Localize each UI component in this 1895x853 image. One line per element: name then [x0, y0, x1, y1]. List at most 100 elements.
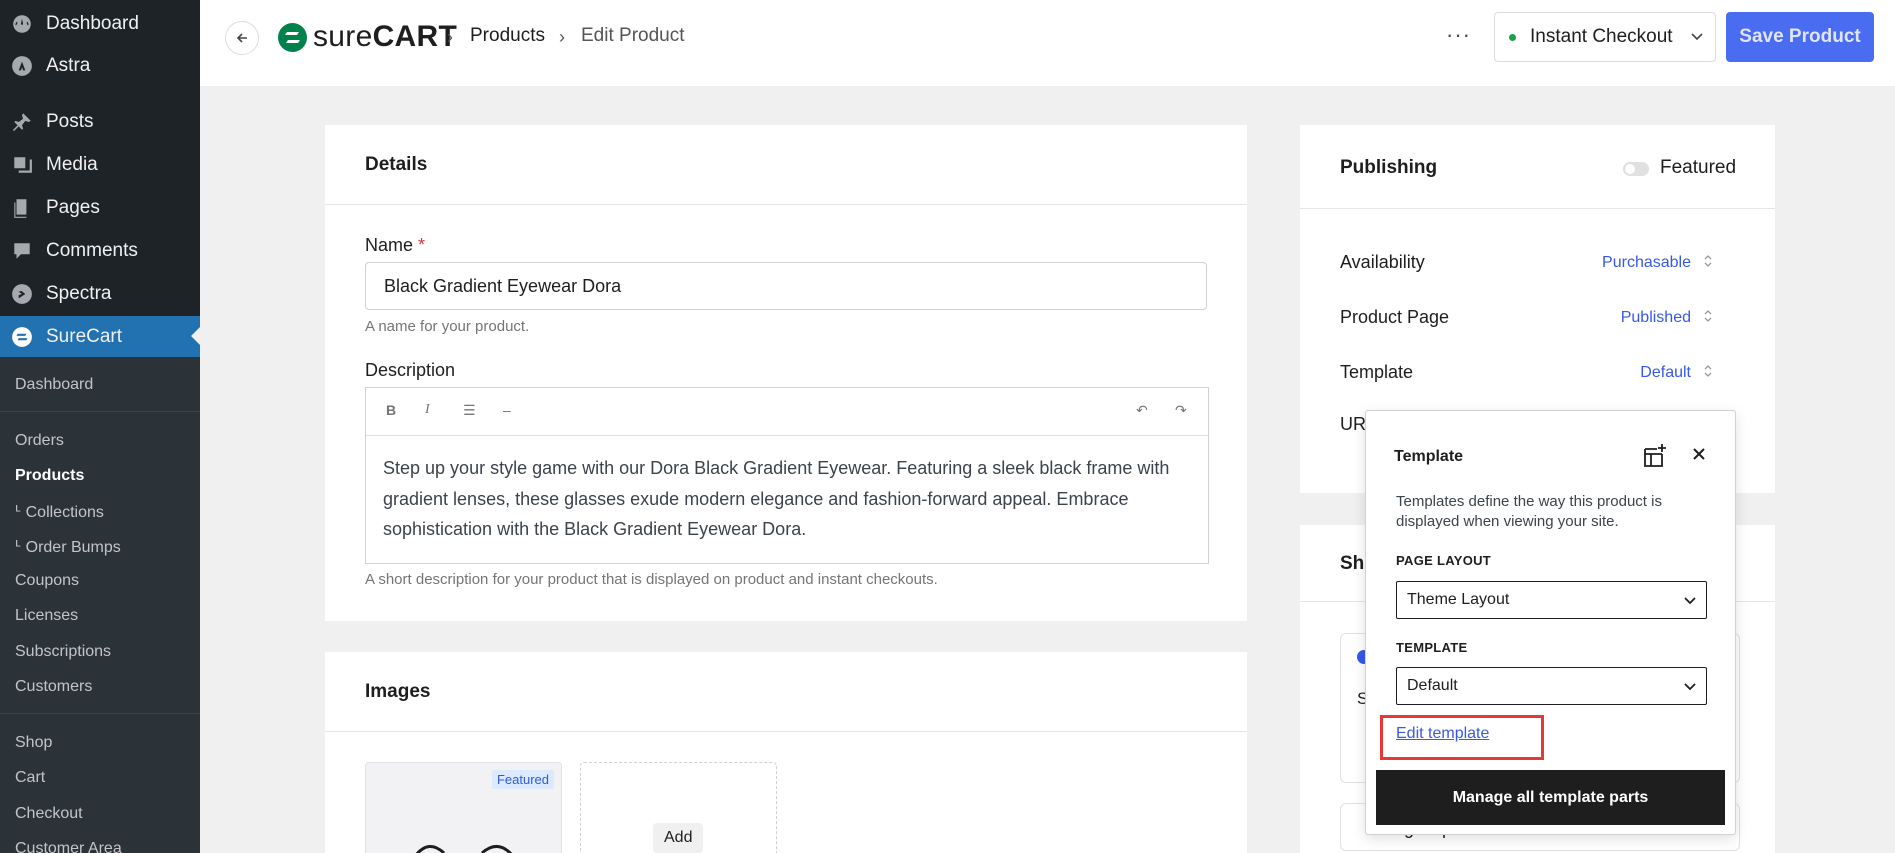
product-name-input[interactable]: Black Gradient Eyewear Dora [365, 262, 1207, 310]
updown-icon [1704, 255, 1712, 267]
submenu-products[interactable]: Products [15, 467, 84, 485]
add-image-button[interactable]: Add [653, 823, 704, 853]
details-card: Details Name * Black Gradient Eyewear Do… [325, 125, 1247, 621]
description-text[interactable]: Step up your style game with our Dora Bl… [383, 453, 1193, 545]
featured-label: Featured [1660, 157, 1737, 178]
template-label: Template [1340, 362, 1414, 382]
submenu-order-bumps[interactable]: ᒻ Order Bumps [15, 537, 121, 557]
product-page-value[interactable]: Published [1621, 309, 1691, 327]
add-template-button[interactable] [1642, 443, 1668, 474]
details-card-header [325, 125, 1247, 205]
submenu-shop[interactable]: Shop [15, 734, 52, 752]
chevron-down-icon [1684, 597, 1696, 605]
chevron-down-icon [1691, 33, 1703, 41]
edit-template-link[interactable]: Edit template [1396, 725, 1489, 743]
menu-item-label: Dashboard [46, 13, 139, 34]
manage-template-parts-button[interactable]: Manage all template parts [1376, 770, 1725, 825]
surecart-logo: sureCART [278, 20, 457, 54]
add-template-icon [1644, 444, 1666, 467]
page-layout-select[interactable]: Theme Layout [1396, 581, 1707, 619]
page-layout-caption: PAGE LAYOUT [1396, 553, 1492, 568]
submenu-divider [0, 411, 200, 412]
submenu-dashboard[interactable]: Dashboard [15, 376, 93, 394]
undo-button[interactable]: ↶ [1136, 402, 1148, 419]
page-layout-value: Theme Layout [1407, 591, 1510, 608]
instant-checkout-label: Instant Checkout [1530, 26, 1673, 47]
logo-wordmark: sureCART [313, 20, 458, 53]
submenu-subscriptions[interactable]: Subscriptions [15, 643, 111, 661]
menu-item-astra[interactable]: Astra [0, 46, 200, 86]
submenu-cart[interactable]: Cart [15, 769, 45, 787]
admin-sidebar: Dashboard Astra Posts Media Pages Commen… [0, 0, 200, 853]
template-caption: TEMPLATE [1396, 640, 1468, 655]
menu-item-pages[interactable]: Pages [0, 188, 200, 228]
menu-item-media[interactable]: Media [0, 145, 200, 185]
availability-label: Availability [1340, 252, 1425, 272]
submenu-checkout[interactable]: Checkout [15, 805, 83, 823]
italic-button[interactable]: I [425, 402, 430, 418]
required-mark: * [418, 235, 426, 255]
menu-item-dashboard[interactable]: Dashboard [0, 4, 200, 44]
spectra-icon [10, 282, 34, 306]
list-button[interactable]: ☰ [463, 402, 476, 419]
editor-toolbar: B I ☰ – ↶ ↷ [366, 388, 1208, 436]
submenu-customers[interactable]: Customers [15, 678, 92, 696]
template-value[interactable]: Default [1640, 364, 1691, 382]
surecart-icon [10, 325, 34, 349]
status-dot [1509, 33, 1516, 41]
availability-value[interactable]: Purchasable [1602, 254, 1691, 272]
arrow-left-icon [236, 33, 247, 43]
chevron-right-icon: › [447, 27, 453, 47]
back-button[interactable] [225, 21, 259, 55]
bold-button[interactable]: B [386, 402, 396, 418]
updown-icon [1704, 365, 1712, 377]
submenu-orders[interactable]: Orders [15, 432, 64, 450]
comment-icon [10, 239, 34, 263]
menu-item-label: Comments [46, 240, 138, 261]
menu-item-spectra[interactable]: Spectra [0, 274, 200, 314]
submenu-coupons[interactable]: Coupons [15, 572, 79, 590]
submenu-licenses[interactable]: Licenses [15, 607, 78, 625]
url-label: UR [1340, 414, 1366, 434]
save-product-button[interactable]: Save Product [1726, 12, 1874, 62]
name-label: Name * [365, 235, 426, 255]
menu-item-label: Astra [46, 55, 91, 76]
eyewear-image [415, 845, 513, 853]
submenu-customer-area[interactable]: Customer Area [15, 840, 122, 853]
breadcrumb-products[interactable]: Products [470, 25, 545, 47]
description-editor[interactable]: B I ☰ – ↶ ↷ Step up your style game with… [365, 387, 1209, 564]
menu-item-label: Posts [46, 111, 94, 132]
breadcrumb-edit-product: Edit Product [581, 25, 685, 46]
divider-button[interactable]: – [503, 402, 511, 418]
updown-icon [1704, 310, 1712, 322]
astra-icon [10, 54, 34, 78]
template-select[interactable]: Default [1396, 667, 1707, 705]
pages-icon [10, 196, 34, 220]
dashboard-icon [10, 12, 34, 36]
popover-title: Template [1394, 448, 1464, 465]
featured-toggle[interactable] [1623, 162, 1649, 176]
featured-badge: Featured [491, 770, 554, 789]
menu-item-label: Media [46, 154, 98, 175]
add-image-dropzone[interactable]: Add [580, 762, 777, 853]
chevron-right-icon: › [559, 27, 565, 47]
redo-button[interactable]: ↷ [1175, 402, 1187, 419]
menu-item-label: Spectra [46, 283, 112, 304]
instant-checkout-select[interactable]: Instant Checkout [1494, 12, 1716, 62]
images-card: Images Featured Add [325, 652, 1247, 853]
chevron-down-icon [1684, 683, 1696, 691]
publishing-title: Publishing [1340, 157, 1438, 178]
product-page-label: Product Page [1340, 307, 1450, 327]
menu-item-comments[interactable]: Comments [0, 231, 200, 271]
name-help-text: A name for your product. [365, 318, 530, 335]
media-icon [10, 153, 34, 177]
submenu-collections[interactable]: ᒻ Collections [15, 502, 104, 522]
surecart-logo-icon [278, 22, 307, 52]
menu-item-surecart[interactable]: SureCart [0, 316, 200, 357]
product-image-tile[interactable]: Featured [365, 762, 562, 853]
more-options-button[interactable]: ··· [1446, 22, 1471, 48]
popover-description: Templates define the way this product is… [1396, 493, 1662, 530]
details-title: Details [365, 154, 428, 175]
close-popover-button[interactable] [1691, 446, 1707, 467]
menu-item-posts[interactable]: Posts [0, 102, 200, 142]
